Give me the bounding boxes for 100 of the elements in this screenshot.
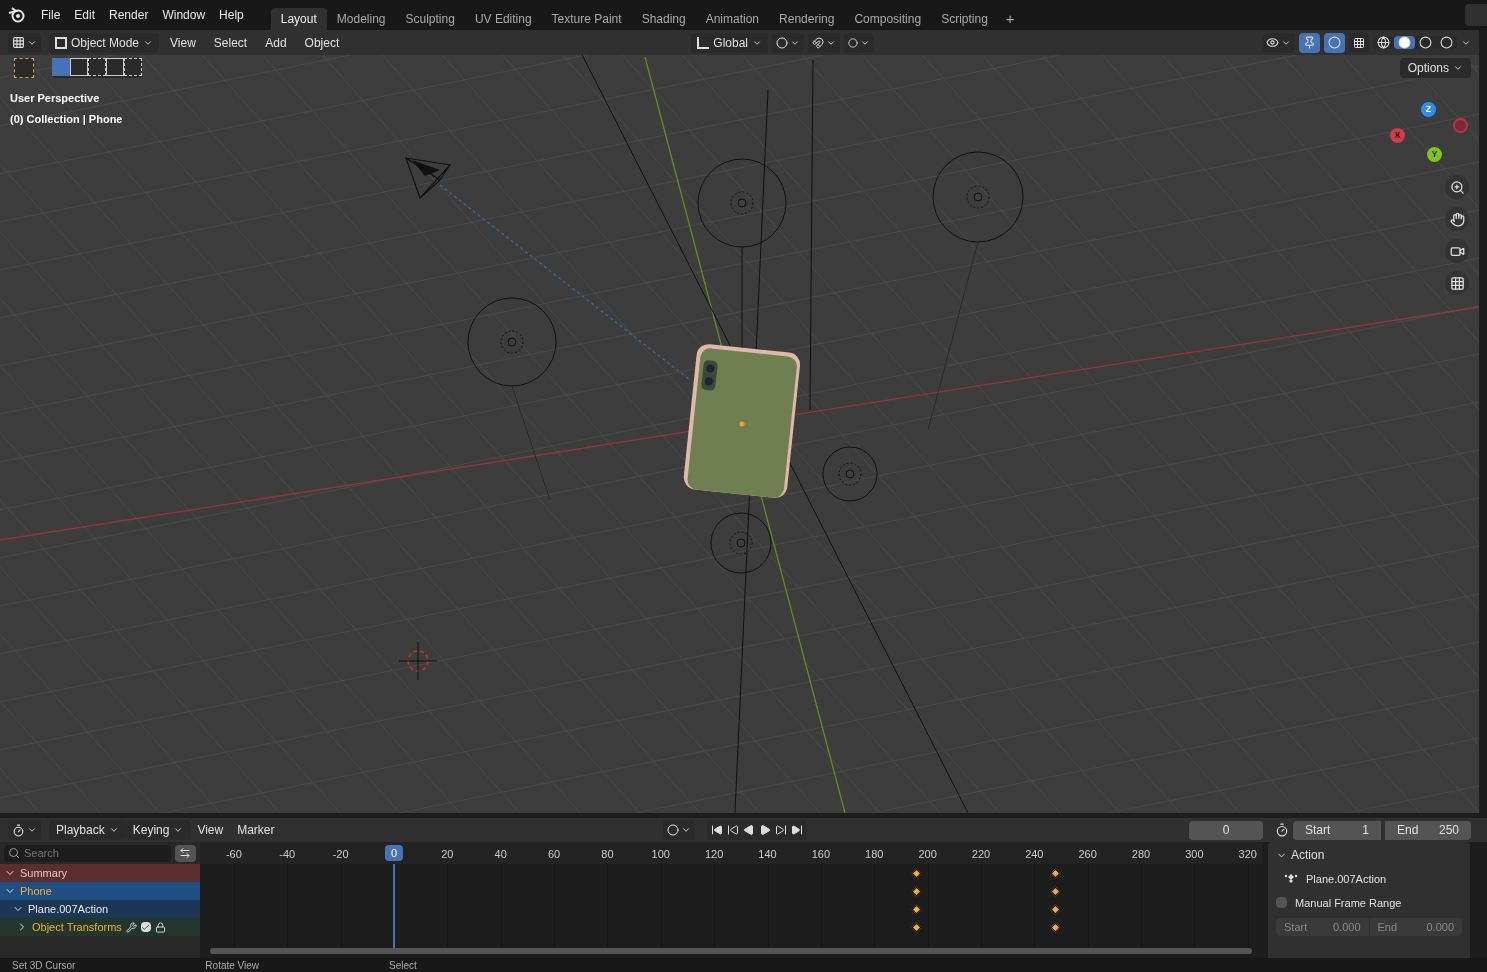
keyframe-icon[interactable] (911, 868, 922, 879)
channel-label: Summary (20, 865, 68, 881)
workspace-tab[interactable]: Sculpting (395, 8, 465, 30)
menu-item[interactable]: Window (155, 6, 213, 24)
wrench-icon[interactable] (125, 921, 137, 933)
caret-icon (173, 825, 184, 835)
header-menu[interactable]: Select (206, 33, 255, 52)
status-hint: Select (389, 959, 417, 972)
channel-row[interactable]: Summary (0, 864, 200, 882)
circle-icon (667, 824, 680, 836)
swap-button[interactable] (174, 844, 196, 862)
ruler-label: 300 (1185, 847, 1204, 862)
select-tool-button[interactable] (14, 58, 34, 78)
keyframe-icon[interactable] (1050, 922, 1061, 933)
header-menu[interactable]: Add (258, 33, 294, 52)
overlay-toggle[interactable] (1324, 32, 1345, 53)
orientation-dropdown[interactable]: Global (691, 32, 768, 53)
options-dropdown[interactable]: Options (1399, 58, 1471, 78)
workspace-tab[interactable]: Modeling (326, 8, 396, 30)
horizontal-scrollbar[interactable] (210, 948, 1252, 954)
playhead-frame[interactable]: 0 (384, 845, 404, 861)
menu-item[interactable]: Help (212, 6, 251, 24)
editor-type-button[interactable] (8, 32, 41, 53)
timeline-menu[interactable]: Keying (125, 820, 191, 840)
channel-row[interactable]: Object Transforms (0, 918, 200, 936)
gizmo-toggle[interactable] (1299, 32, 1320, 53)
menu-item[interactable]: Render (102, 6, 156, 24)
action-name: Plane.007Action (1306, 872, 1387, 887)
workspace-tab[interactable]: Shading (631, 8, 696, 30)
timeline-menu[interactable]: Playback (49, 820, 126, 840)
channel-checkbox[interactable] (140, 922, 151, 932)
globe-icon (1377, 36, 1390, 49)
play-icon (743, 824, 756, 836)
header-menu[interactable]: Object (297, 33, 347, 52)
ruler-label: 240 (1025, 847, 1044, 862)
keyframe-icon[interactable] (911, 904, 922, 915)
search-icon (8, 847, 20, 859)
channel-label: Phone (20, 883, 52, 899)
workspace-tab[interactable]: Animation (695, 8, 770, 30)
keyframe-icon[interactable] (1050, 886, 1061, 897)
ruler-label: -20 (332, 847, 349, 862)
channel-label: Object Transforms (32, 919, 122, 935)
skip-back-icon (711, 824, 724, 836)
ruler-label: 80 (601, 847, 614, 862)
xray-button[interactable] (1349, 32, 1369, 53)
magnet-icon (812, 36, 824, 49)
keyframe-icon[interactable] (1050, 868, 1061, 879)
circle-icon (776, 36, 788, 49)
editor-type-button[interactable] (8, 820, 41, 840)
lock-icon[interactable] (154, 921, 166, 933)
workspace-tab[interactable]: Compositing (844, 8, 932, 30)
channel-row[interactable]: Phone (0, 882, 200, 900)
record-button[interactable] (663, 820, 696, 840)
skip-forward-icon (791, 824, 804, 836)
solid-shading-icon[interactable] (1394, 36, 1415, 49)
channel-row[interactable]: Plane.007Action (0, 900, 200, 918)
ruler-label: -60 (225, 847, 242, 862)
select-mode-buttons[interactable] (52, 58, 142, 78)
snap-button[interactable] (808, 32, 840, 53)
keyframe-icon[interactable] (911, 886, 922, 897)
pivot-button[interactable] (772, 32, 804, 53)
header-menu[interactable]: View (163, 33, 203, 52)
cube-icon (55, 36, 67, 49)
visibility-button[interactable] (1262, 32, 1295, 53)
workspace-tab[interactable]: UV Editing (464, 8, 542, 30)
workspace-tab[interactable]: Rendering (769, 8, 845, 30)
manual-range-checkbox[interactable] (1276, 897, 1287, 909)
ruler-label: 220 (971, 847, 991, 862)
timeline-menu[interactable]: Marker (230, 820, 282, 840)
start-frame-field[interactable]: Start 1 (1293, 820, 1381, 840)
timer-icon[interactable] (1275, 823, 1289, 837)
grid-icon (1353, 36, 1365, 49)
add-workspace-button[interactable]: + (997, 8, 1023, 30)
current-frame-field[interactable]: 0 (1189, 820, 1263, 840)
menu-item[interactable]: File (34, 6, 68, 24)
ruler-label: 60 (547, 847, 561, 862)
proportional-button[interactable] (844, 32, 874, 53)
circle-icon (1419, 36, 1432, 49)
ruler-label: 180 (865, 847, 884, 862)
menu-item[interactable]: Edit (67, 6, 103, 24)
keyframe-icon[interactable] (911, 922, 922, 933)
ruler-label: 20 (441, 847, 454, 862)
playback-controls[interactable] (707, 820, 808, 840)
timeline-menu[interactable]: View (190, 820, 231, 840)
action-icon (1284, 873, 1298, 886)
workspace-tab[interactable]: Layout (270, 8, 327, 30)
end-frame-field[interactable]: End 250 (1385, 820, 1471, 840)
workspace-tab[interactable]: Scripting (931, 8, 998, 30)
circle-icon (1398, 36, 1411, 49)
keyframe-icon[interactable] (1050, 904, 1061, 915)
mode-dropdown[interactable]: Object Mode (49, 32, 160, 53)
app-logo-icon[interactable] (8, 7, 26, 23)
ruler-label: 260 (1078, 847, 1097, 862)
channel-label: Plane.007Action (28, 901, 109, 917)
search-input[interactable]: Search (24, 844, 164, 862)
circle-icon (848, 37, 858, 48)
pin-icon (1303, 36, 1316, 49)
search-field[interactable]: Search (4, 844, 171, 862)
caret-icon (27, 825, 37, 835)
workspace-tab[interactable]: Texture Paint (541, 8, 632, 30)
